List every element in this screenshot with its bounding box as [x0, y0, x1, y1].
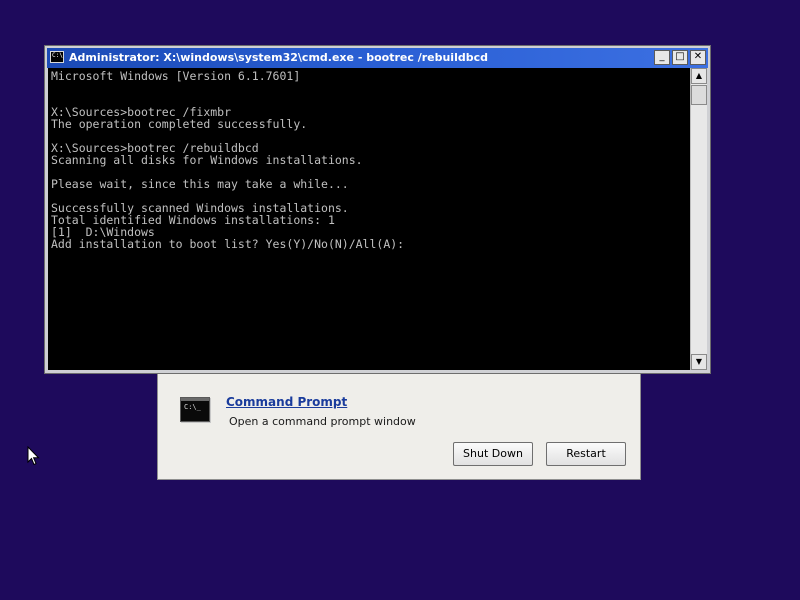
- cmd-app-icon[interactable]: C:\: [50, 51, 64, 63]
- recovery-options-panel: C:\_ Command Prompt Open a command promp…: [157, 360, 641, 480]
- icon-titlebar: [181, 398, 209, 401]
- minimize-button[interactable]: _: [654, 50, 670, 65]
- icon-glyph: C:\_: [184, 403, 201, 411]
- restart-button[interactable]: Restart: [546, 442, 626, 466]
- window-title: Administrator: X:\windows\system32\cmd.e…: [69, 51, 488, 64]
- cmd-window: C:\ Administrator: X:\windows\system32\c…: [44, 45, 711, 374]
- console-text: Microsoft Windows [Version 6.1.7601] X:\…: [51, 69, 405, 251]
- scroll-down-arrow[interactable]: ▼: [691, 354, 707, 370]
- shutdown-button[interactable]: Shut Down: [453, 442, 533, 466]
- mouse-pointer-icon: [27, 446, 40, 466]
- vertical-scrollbar[interactable]: ▲ ▼: [690, 68, 707, 370]
- command-prompt-description: Open a command prompt window: [229, 415, 416, 428]
- scroll-thumb[interactable]: [691, 85, 707, 105]
- maximize-button[interactable]: □: [672, 50, 688, 65]
- command-prompt-link[interactable]: Command Prompt: [226, 395, 347, 409]
- cmd-titlebar[interactable]: C:\ Administrator: X:\windows\system32\c…: [47, 48, 708, 68]
- scroll-up-arrow[interactable]: ▲: [691, 68, 707, 84]
- console-output[interactable]: Microsoft Windows [Version 6.1.7601] X:\…: [48, 68, 690, 370]
- command-prompt-icon[interactable]: C:\_: [180, 397, 210, 422]
- cmd-app-icon-glyph: C:\: [52, 52, 63, 59]
- close-button[interactable]: ✕: [690, 50, 706, 65]
